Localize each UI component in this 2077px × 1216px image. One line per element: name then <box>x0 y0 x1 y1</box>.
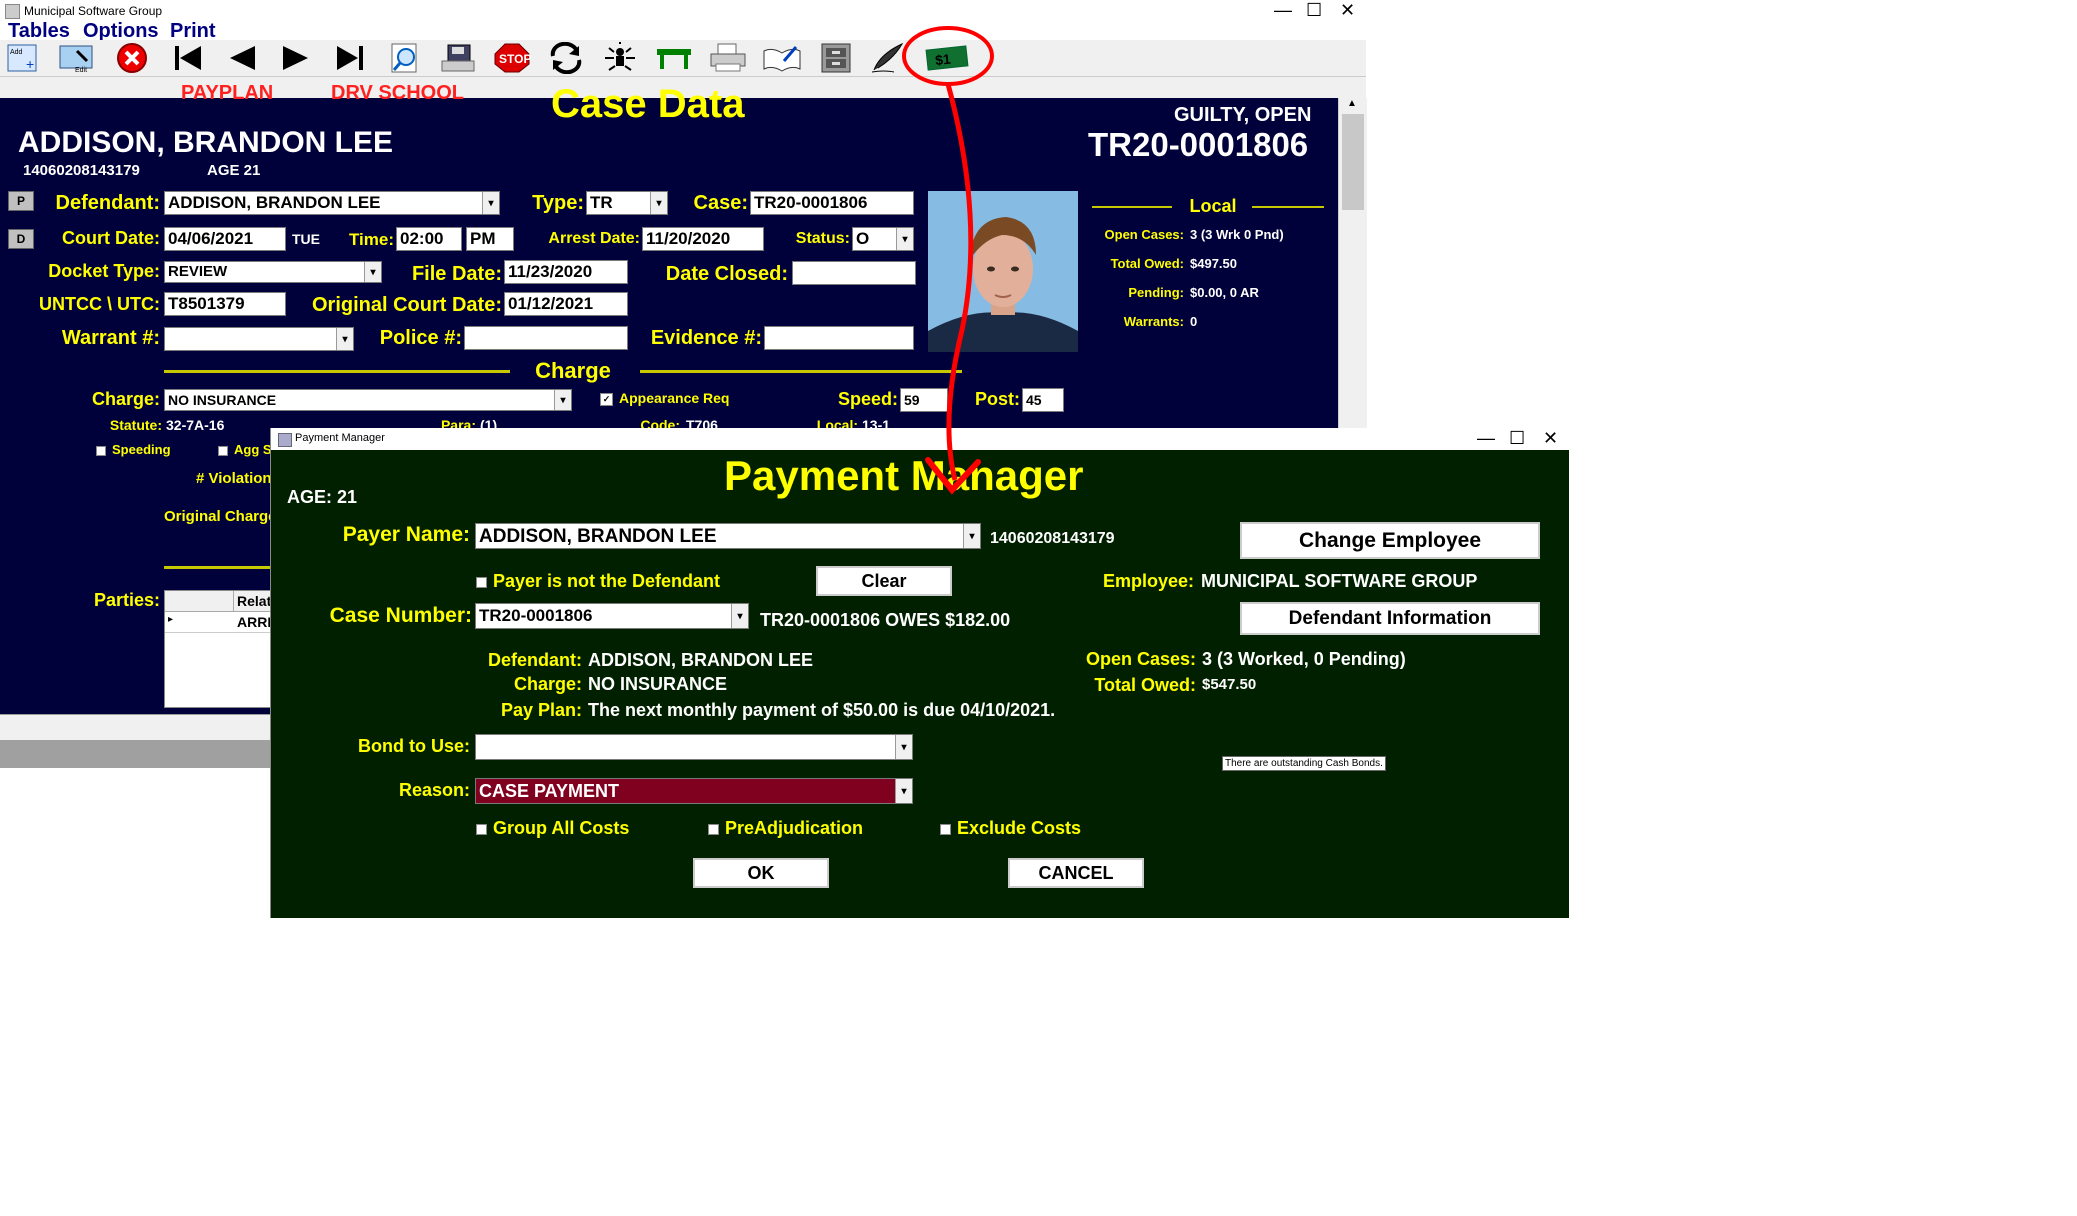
annotation-arrow <box>945 83 974 481</box>
annotation-circle <box>902 26 994 86</box>
annotation-overlay <box>902 26 994 495</box>
